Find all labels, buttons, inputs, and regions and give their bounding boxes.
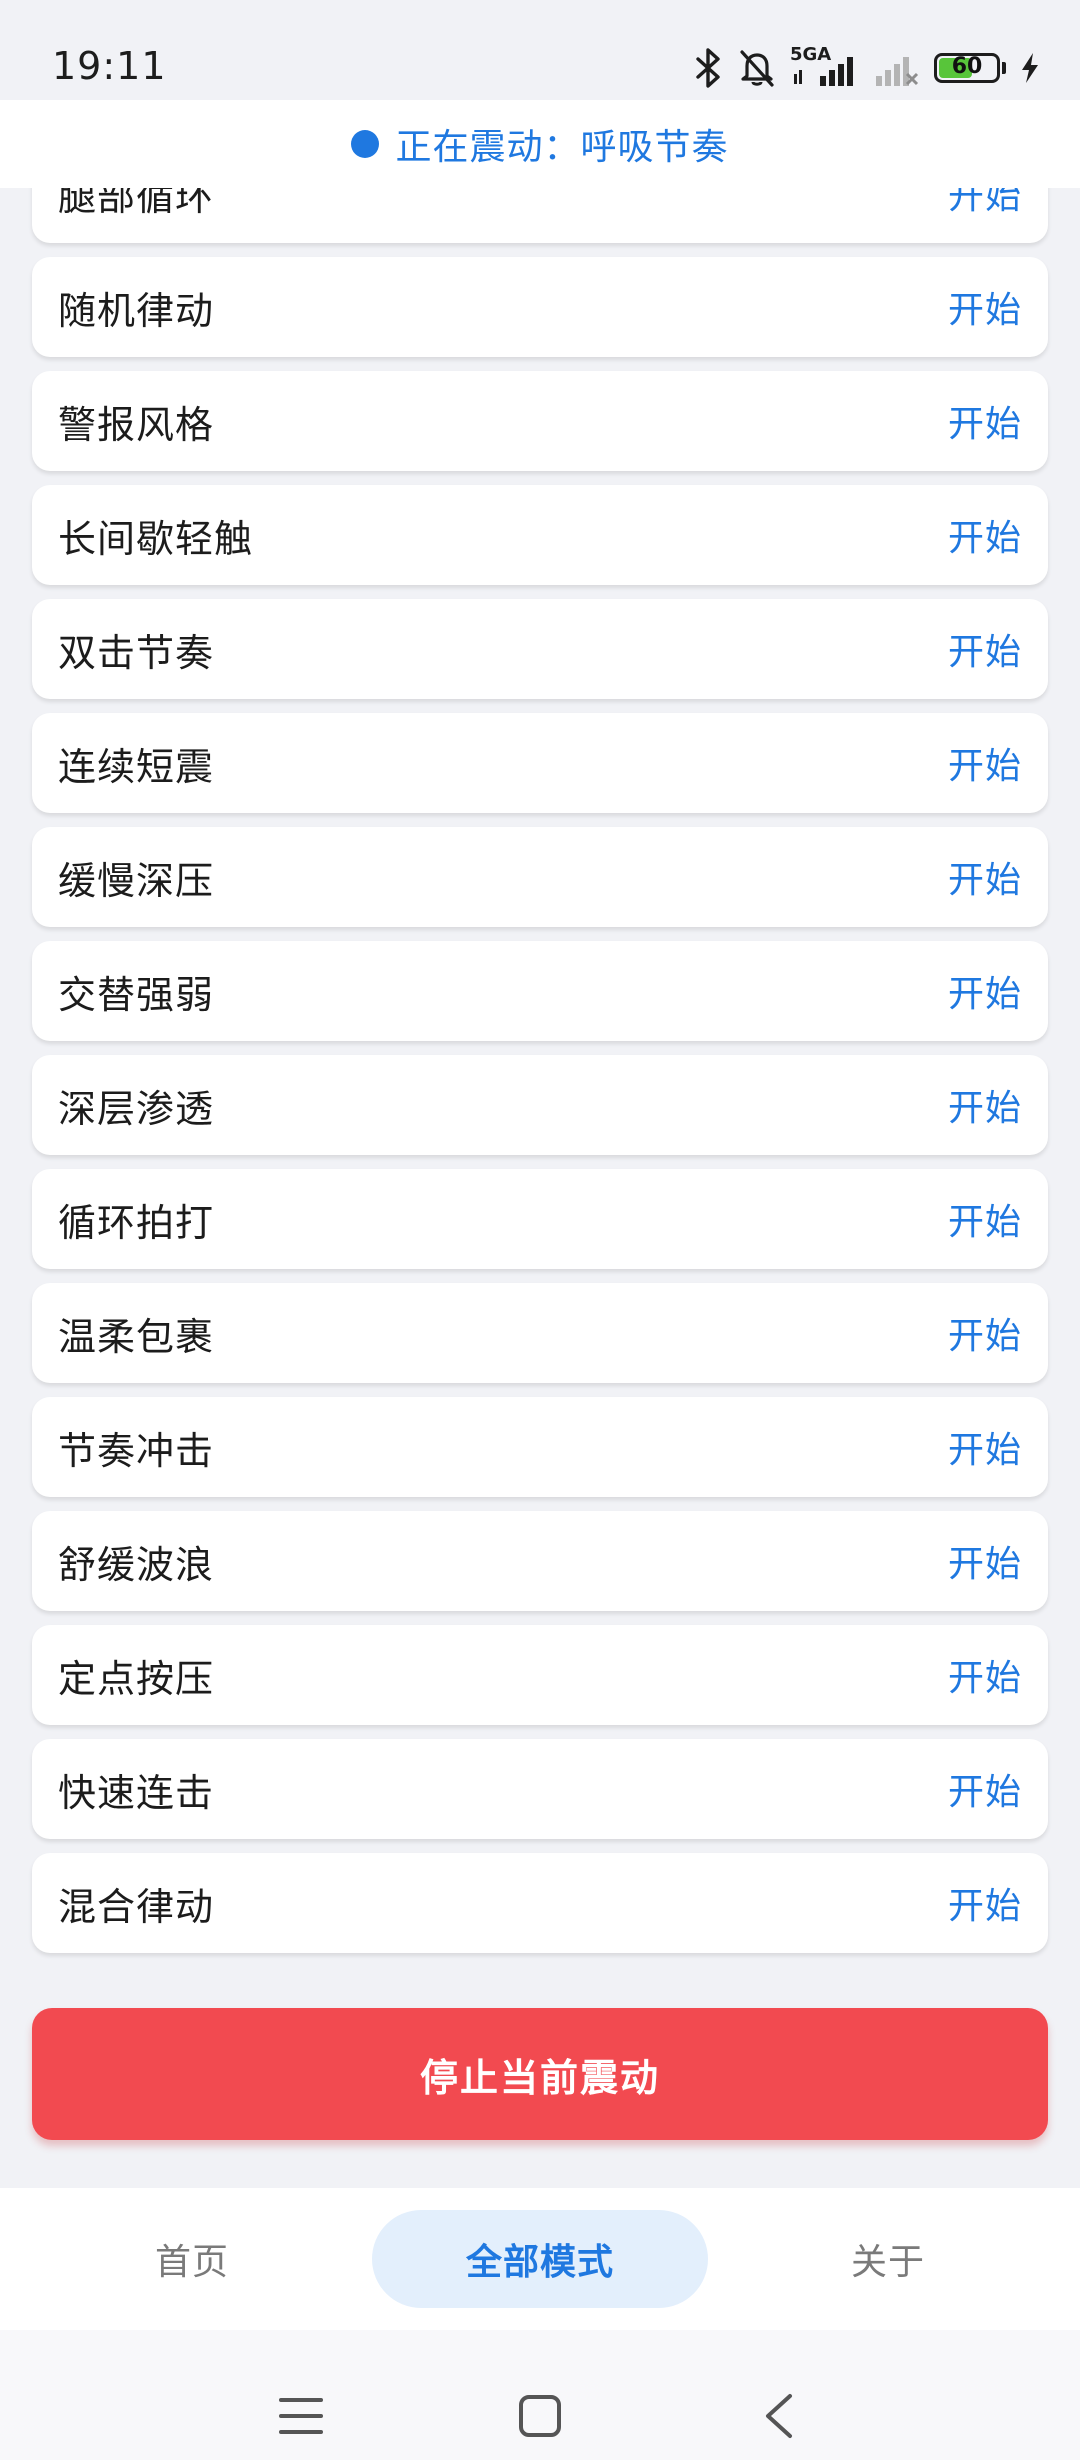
mode-row[interactable]: 随机律动 开始 [32, 257, 1048, 357]
signal-no-service-icon [874, 48, 920, 88]
bottom-nav: 首页 全部模式 关于 [0, 2188, 1080, 2330]
start-mode-button[interactable]: 开始 [948, 737, 1022, 789]
start-mode-button[interactable]: 开始 [948, 1535, 1022, 1587]
tab-home[interactable]: 首页 [92, 2210, 292, 2308]
mode-row[interactable]: 长间歇轻触 开始 [32, 485, 1048, 585]
tab-about[interactable]: 关于 [788, 2210, 988, 2308]
start-mode-button[interactable]: 开始 [948, 1877, 1022, 1929]
start-mode-button[interactable]: 开始 [948, 1763, 1022, 1815]
mode-label: 快速连击 [58, 1770, 215, 1815]
mode-row[interactable]: 交替强弱 开始 [32, 941, 1048, 1041]
battery-level: 60 [951, 54, 983, 79]
system-nav-bar [0, 2330, 1080, 2460]
mode-row[interactable]: 警报风格 开始 [32, 371, 1048, 471]
now-vibrating-banner: 正在震动：呼吸节奏 [0, 100, 1080, 188]
start-mode-button[interactable]: 开始 [948, 509, 1022, 561]
mode-label: 长间歇轻触 [58, 516, 254, 561]
mode-label: 连续短震 [58, 744, 215, 789]
start-mode-button[interactable]: 开始 [948, 1079, 1022, 1131]
bell-muted-icon [738, 48, 776, 88]
start-mode-button[interactable]: 开始 [948, 623, 1022, 675]
mode-label: 温柔包裹 [58, 1314, 215, 1359]
now-vibrating-text: 正在震动：呼吸节奏 [395, 127, 729, 168]
mode-label: 循环拍打 [58, 1200, 215, 1245]
mode-row[interactable]: 快速连击 开始 [32, 1739, 1048, 1839]
mode-label: 警报风格 [58, 402, 215, 447]
status-time: 19:11 [52, 44, 167, 88]
mode-label: 舒缓波浪 [58, 1542, 215, 1587]
signal-5g-icon: 5GA [790, 44, 860, 88]
start-mode-button[interactable]: 开始 [948, 1307, 1022, 1359]
start-mode-button[interactable]: 开始 [948, 395, 1022, 447]
mode-row[interactable]: 温柔包裹 开始 [32, 1283, 1048, 1383]
mode-label: 定点按压 [58, 1656, 215, 1701]
mode-row[interactable]: 循环拍打 开始 [32, 1169, 1048, 1269]
stop-vibration-button[interactable]: 停止当前震动 [32, 2008, 1048, 2140]
mode-label: 节奏冲击 [58, 1428, 215, 1473]
mode-label: 双击节奏 [58, 630, 215, 675]
mode-row[interactable]: 舒缓波浪 开始 [32, 1511, 1048, 1611]
menu-icon[interactable] [279, 2396, 323, 2436]
charging-icon [1020, 52, 1040, 84]
mode-row[interactable]: 双击节奏 开始 [32, 599, 1048, 699]
mode-row[interactable]: 连续短震 开始 [32, 713, 1048, 813]
mode-row[interactable]: 缓慢深压 开始 [32, 827, 1048, 927]
mode-label: 交替强弱 [58, 972, 215, 1017]
mode-row[interactable]: 定点按压 开始 [32, 1625, 1048, 1725]
mode-row[interactable]: 深层渗透 开始 [32, 1055, 1048, 1155]
status-icons: 5GA 60 [694, 44, 1040, 90]
start-mode-button[interactable]: 开始 [948, 1421, 1022, 1473]
home-square-icon[interactable] [518, 2394, 562, 2438]
start-mode-button[interactable]: 开始 [948, 965, 1022, 1017]
start-mode-button[interactable]: 开始 [948, 851, 1022, 903]
mode-label: 随机律动 [58, 288, 215, 333]
mode-row[interactable]: 节奏冲击 开始 [32, 1397, 1048, 1497]
mode-list: 腿部循环 开始 随机律动 开始 警报风格 开始 长间歇轻触 开始 双击节奏 开始 连续短震 开始 缓慢深… [32, 143, 1048, 1967]
bluetooth-icon [694, 48, 724, 88]
status-bar: 19:11 5GA 60 [0, 0, 1080, 100]
back-chevron-icon[interactable] [762, 2392, 794, 2440]
mode-list-viewport[interactable]: 腿部循环 开始 随机律动 开始 警报风格 开始 长间歇轻触 开始 双击节奏 开始 连续短震 开始 缓慢深… [0, 100, 1080, 2188]
battery-icon: 60 [934, 53, 1006, 83]
start-mode-button[interactable]: 开始 [948, 1649, 1022, 1701]
start-mode-button[interactable]: 开始 [948, 1193, 1022, 1245]
start-mode-button[interactable]: 开始 [948, 281, 1022, 333]
tab-all-modes[interactable]: 全部模式 [372, 2210, 708, 2308]
mode-label: 缓慢深压 [58, 858, 215, 903]
mode-label: 混合律动 [58, 1884, 215, 1929]
mode-label: 深层渗透 [58, 1086, 215, 1131]
active-dot-icon [351, 130, 380, 158]
mode-row[interactable]: 混合律动 开始 [32, 1853, 1048, 1953]
